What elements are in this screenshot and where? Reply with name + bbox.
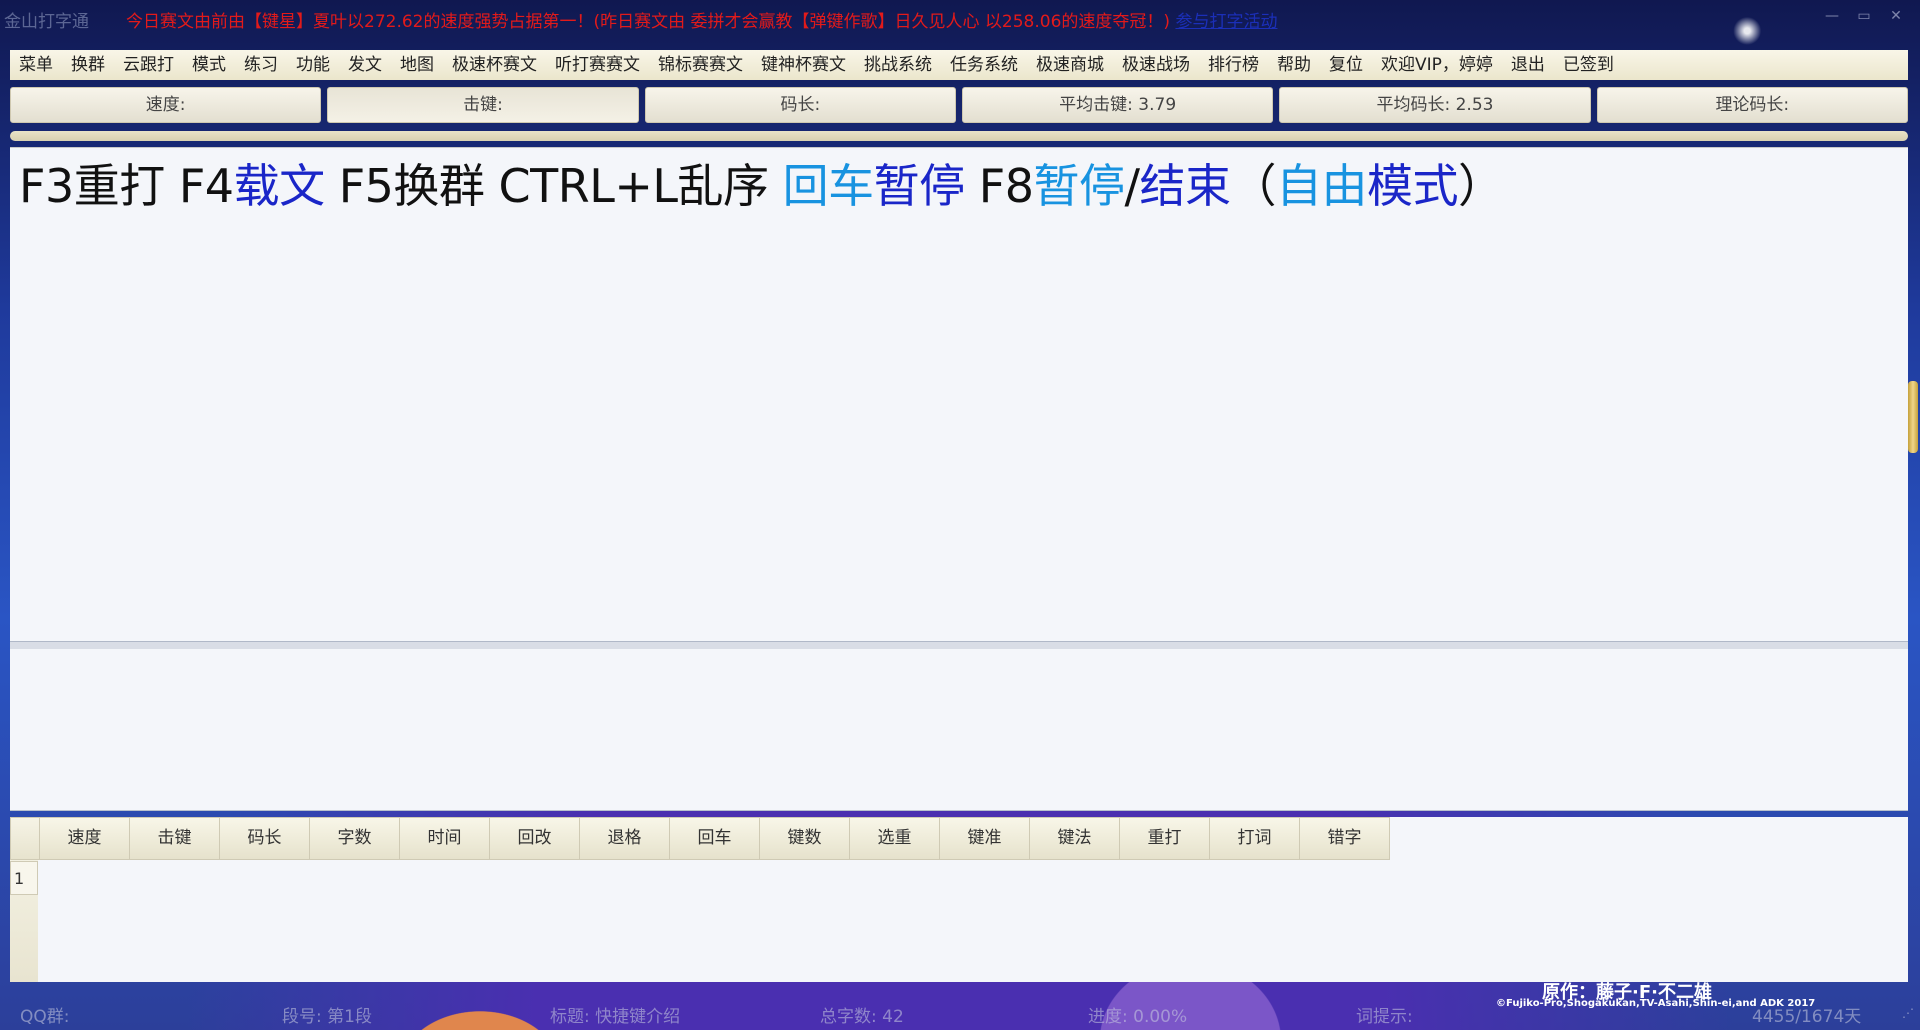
col-header-key-count[interactable]: 键数 — [760, 817, 850, 860]
join-activity-link[interactable]: 参与打字活动 — [1175, 12, 1277, 32]
prompt-segment: 暂停 — [873, 159, 966, 213]
prompt-segment: 模式 — [1367, 159, 1459, 213]
menu-item-leaderboard[interactable]: 排行榜 — [1199, 50, 1268, 80]
prompt-segment: 自由 — [1276, 159, 1368, 213]
col-header-enter[interactable]: 回车 — [670, 817, 760, 860]
table-row-number[interactable]: 1 — [10, 861, 38, 895]
menu-item-functions[interactable]: 功能 — [287, 50, 339, 80]
menu-item-help[interactable]: 帮助 — [1268, 50, 1320, 80]
results-header-row: 速度 击键 码长 字数 时间 回改 退格 回车 键数 选重 键准 键法 重打 打… — [10, 817, 1908, 860]
prompt-segment: / — [1124, 159, 1141, 213]
title-bar: 金山打字通 今日赛文由前由【键星】夏叶以272.62的速度强势占据第一！(昨日赛… — [0, 0, 1920, 34]
menu-bar: 菜单 换群 云跟打 模式 练习 功能 发文 地图 极速杯赛文 听打赛赛文 锦标赛… — [10, 50, 1908, 80]
col-header-keystroke[interactable]: 击键 — [130, 817, 220, 860]
resize-grip-icon[interactable]: ⋰ — [1902, 1006, 1914, 1020]
col-header-candidate-select[interactable]: 选重 — [850, 817, 940, 860]
menu-item-speed-cup[interactable]: 极速杯赛文 — [443, 50, 546, 80]
prompt-segment: 暂停 — [1033, 159, 1126, 213]
typing-input-area[interactable] — [10, 649, 1908, 811]
prompt-segment: 回车 — [782, 159, 875, 213]
menu-item-shop[interactable]: 极速商城 — [1027, 50, 1113, 80]
prompt-segment: （ — [1230, 159, 1277, 213]
col-header-key-method[interactable]: 键法 — [1030, 817, 1120, 860]
menu-item-battlefield[interactable]: 极速战场 — [1113, 50, 1199, 80]
results-table: 速度 击键 码长 字数 时间 回改 退格 回车 键数 选重 键准 键法 重打 打… — [10, 817, 1908, 982]
code-length-stat: 码长: — [644, 87, 956, 123]
menu-item-key-god-cup[interactable]: 键神杯赛文 — [752, 50, 855, 80]
word-hint: 词提示: — [1356, 1007, 1413, 1027]
col-header-corrections[interactable]: 回改 — [490, 817, 580, 860]
menu-item-send-text[interactable]: 发文 — [339, 50, 391, 80]
total-char-count: 总字数: 42 — [820, 1007, 904, 1027]
menu-item-listen-race[interactable]: 听打赛赛文 — [546, 50, 649, 80]
theory-code-length-stat: 理论码长: — [1596, 87, 1908, 123]
qq-group-label: QQ群: — [20, 1007, 70, 1027]
scroll-handle[interactable] — [1908, 381, 1918, 453]
prompt-segment: 载文 — [233, 159, 326, 213]
prompt-segment: 结束 — [1139, 159, 1232, 213]
prompt-segment: F5换群 CTRL+L乱序 — [324, 159, 783, 213]
menu-item-reset[interactable]: 复位 — [1320, 50, 1372, 80]
article-title: 标题: 快捷键介绍 — [550, 1007, 681, 1027]
window-controls: — ▭ ✕ — [1820, 6, 1908, 26]
avg-code-length-stat: 平均码长: 2.53 — [1279, 87, 1591, 123]
menu-item-championship[interactable]: 锦标赛赛文 — [649, 50, 752, 80]
keystroke-stat: 击键: — [327, 87, 639, 123]
marquee-announcement: 今日赛文由前由【键星】夏叶以272.62的速度强势占据第一！(昨日赛文由 委拼才… — [126, 7, 1277, 32]
col-header-backspace[interactable]: 退格 — [580, 817, 670, 860]
col-header-time[interactable]: 时间 — [400, 817, 490, 860]
close-icon[interactable]: ✕ — [1884, 6, 1908, 26]
menu-item-exit[interactable]: 退出 — [1502, 50, 1554, 80]
stats-bar: 速度: 击键: 码长: 平均击键: 3.79 平均码长: 2.53 理论码长: — [10, 87, 1908, 123]
background-credit-copyright: ©Fujiko-Pro,Shogakukan,TV-Asahi,Shin-ei,… — [1496, 998, 1816, 1009]
minimize-icon[interactable]: — — [1820, 6, 1844, 26]
col-header-speed[interactable]: 速度 — [40, 817, 130, 860]
menu-item-challenge[interactable]: 挑战系统 — [855, 50, 941, 80]
article-text-area[interactable]: F3重打 F4载文 F5换群 CTRL+L乱序 回车暂停 F8暂停/结束（自由模… — [10, 147, 1918, 642]
typing-progress-bar — [10, 131, 1908, 141]
col-header-key-accuracy[interactable]: 键准 — [940, 817, 1030, 860]
menu-item-practice[interactable]: 练习 — [235, 50, 287, 80]
speed-stat: 速度: — [10, 87, 322, 123]
segment-number: 段号: 第1段 — [282, 1007, 372, 1027]
menu-item-welcome-user[interactable]: 欢迎VIP，婷婷 — [1372, 50, 1502, 80]
col-header-typos[interactable]: 错字 — [1300, 817, 1390, 860]
col-header-code-length[interactable]: 码长 — [220, 817, 310, 860]
col-header-word-typing[interactable]: 打词 — [1210, 817, 1300, 860]
menu-item-switch-group[interactable]: 换群 — [62, 50, 114, 80]
menu-item-map[interactable]: 地图 — [391, 50, 443, 80]
shortcut-prompt: F3重打 F4载文 F5换群 CTRL+L乱序 回车暂停 F8暂停/结束（自由模… — [19, 158, 1504, 214]
prompt-segment: ） — [1458, 159, 1504, 213]
table-corner-cell — [10, 817, 40, 860]
prompt-segment: F8 — [964, 159, 1034, 213]
col-header-char-count[interactable]: 字数 — [310, 817, 400, 860]
menu-item-menu[interactable]: 菜单 — [10, 50, 62, 80]
menu-item-signed-in[interactable]: 已签到 — [1554, 50, 1623, 80]
menu-item-mode[interactable]: 模式 — [183, 50, 235, 80]
maximize-icon[interactable]: ▭ — [1852, 6, 1876, 26]
avg-keystroke-stat: 平均击键: 3.79 — [961, 87, 1274, 123]
prompt-segment: F3重打 F4 — [19, 159, 234, 213]
app-title: 金山打字通 — [4, 12, 89, 32]
progress-percent: 进度: 0.00% — [1088, 1007, 1188, 1027]
menu-item-cloud-follow[interactable]: 云跟打 — [114, 50, 183, 80]
col-header-retype[interactable]: 重打 — [1120, 817, 1210, 860]
marquee-text: 今日赛文由前由【键星】夏叶以272.62的速度强势占据第一！(昨日赛文由 委拼才… — [126, 12, 1171, 32]
menu-item-tasks[interactable]: 任务系统 — [941, 50, 1027, 80]
